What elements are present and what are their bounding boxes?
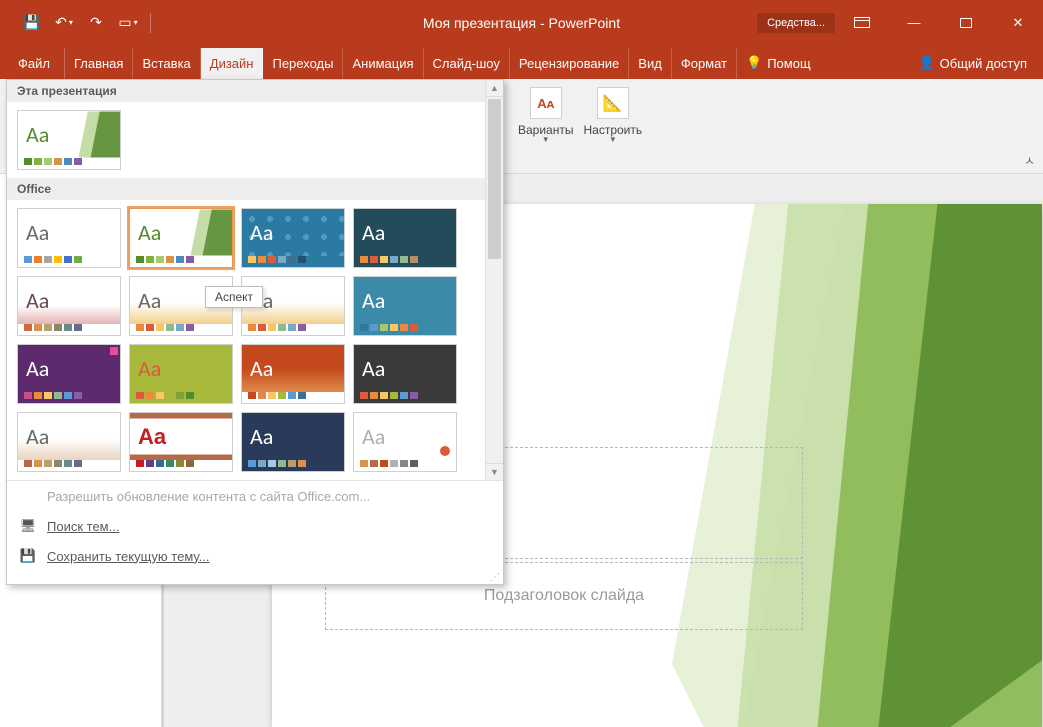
quick-access-toolbar: 💾 ↶▾ ↷ ▭▾: [0, 9, 155, 37]
variants-button[interactable]: Aᴀ Варианты ▼: [514, 85, 577, 173]
theme-thumbnail[interactable]: Aa: [17, 344, 121, 404]
redo-icon[interactable]: ↷: [82, 9, 110, 37]
theme-tooltip: Аспект: [205, 286, 263, 308]
tab-transitions[interactable]: Переходы: [263, 48, 343, 79]
ribbon-tabs: Файл Главная Вставка Дизайн Переходы Ани…: [0, 45, 1043, 79]
theme-thumbnail[interactable]: Aa: [241, 344, 345, 404]
maximize-button[interactable]: [941, 3, 991, 43]
section-this-presentation: Эта презентация: [7, 80, 503, 102]
enable-content-updates-link[interactable]: Разрешить обновление контента с сайта Of…: [7, 481, 503, 511]
theme-thumbnail[interactable]: Aa: [353, 412, 457, 472]
save-icon[interactable]: 💾: [18, 9, 46, 37]
theme-thumbnail[interactable]: Aa: [17, 208, 121, 268]
theme-thumbnail[interactable]: Aa: [129, 412, 233, 472]
theme-thumbnail[interactable]: Aa: [129, 208, 233, 268]
bulb-icon: 💡: [746, 55, 762, 71]
tab-review[interactable]: Рецензирование: [510, 48, 629, 79]
customize-icon: 📐: [597, 87, 629, 119]
chevron-down-icon: ▼: [609, 135, 617, 144]
theme-thumbnail[interactable]: Aa: [353, 276, 457, 336]
collapse-ribbon-icon[interactable]: ㅅ: [1024, 152, 1035, 169]
theme-thumbnail[interactable]: Aa: [17, 276, 121, 336]
tab-slideshow[interactable]: Слайд-шоу: [424, 48, 510, 79]
theme-thumbnail[interactable]: Aa: [17, 110, 121, 170]
qat-separator: [150, 13, 151, 33]
tab-animation[interactable]: Анимация: [343, 48, 423, 79]
close-button[interactable]: ✕: [993, 3, 1043, 43]
save-theme-icon: 💾: [19, 548, 37, 564]
contextual-tools-label[interactable]: Средства...: [757, 13, 835, 33]
save-current-theme-link[interactable]: 💾 Сохранить текущую тему...: [7, 541, 503, 571]
ribbon-options-icon[interactable]: [837, 3, 887, 43]
theme-thumbnail[interactable]: Aa: [241, 208, 345, 268]
themes-gallery-dropdown: ▲ ▼ Эта презентация Aa Office AaAaAaAa A…: [6, 79, 504, 585]
theme-thumbnail[interactable]: Aa: [353, 208, 457, 268]
tab-design[interactable]: Дизайн: [201, 48, 264, 79]
chevron-down-icon: ▼: [542, 135, 550, 144]
gallery-scrollbar[interactable]: ▲ ▼: [485, 80, 503, 480]
window-title: Моя презентация - PowerPoint: [423, 15, 620, 31]
customize-button[interactable]: 📐 Настроить ▼: [579, 85, 646, 173]
tell-me-help[interactable]: 💡Помощ: [737, 47, 820, 79]
tab-home[interactable]: Главная: [65, 48, 133, 79]
title-bar: 💾 ↶▾ ↷ ▭▾ Моя презентация - PowerPoint С…: [0, 0, 1043, 45]
scroll-up-icon[interactable]: ▲: [486, 80, 503, 97]
theme-thumbnail[interactable]: Aa: [353, 344, 457, 404]
gallery-footer: Разрешить обновление контента с сайта Of…: [7, 480, 503, 584]
search-themes-link[interactable]: 🖥 Поиск тем...: [7, 511, 503, 541]
tab-format[interactable]: Формат: [672, 48, 737, 79]
minimize-button[interactable]: —: [889, 3, 939, 43]
tab-file[interactable]: Файл: [0, 48, 65, 79]
scroll-down-icon[interactable]: ▼: [486, 463, 503, 480]
theme-thumbnail[interactable]: Aa: [129, 344, 233, 404]
resize-grip-icon[interactable]: ⋰: [7, 571, 503, 584]
variants-icon: Aᴀ: [530, 87, 562, 119]
tab-view[interactable]: Вид: [629, 48, 672, 79]
start-slideshow-icon[interactable]: ▭▾: [114, 9, 142, 37]
tab-insert[interactable]: Вставка: [133, 48, 200, 79]
share-icon: 👤: [918, 55, 934, 71]
theme-thumbnail[interactable]: Aa: [241, 412, 345, 472]
section-office: Office: [7, 178, 503, 200]
search-themes-icon: 🖥: [19, 518, 37, 534]
theme-thumbnail[interactable]: Aa: [17, 412, 121, 472]
undo-icon[interactable]: ↶▾: [50, 9, 78, 37]
share-button[interactable]: 👤Общий доступ: [909, 47, 1043, 79]
